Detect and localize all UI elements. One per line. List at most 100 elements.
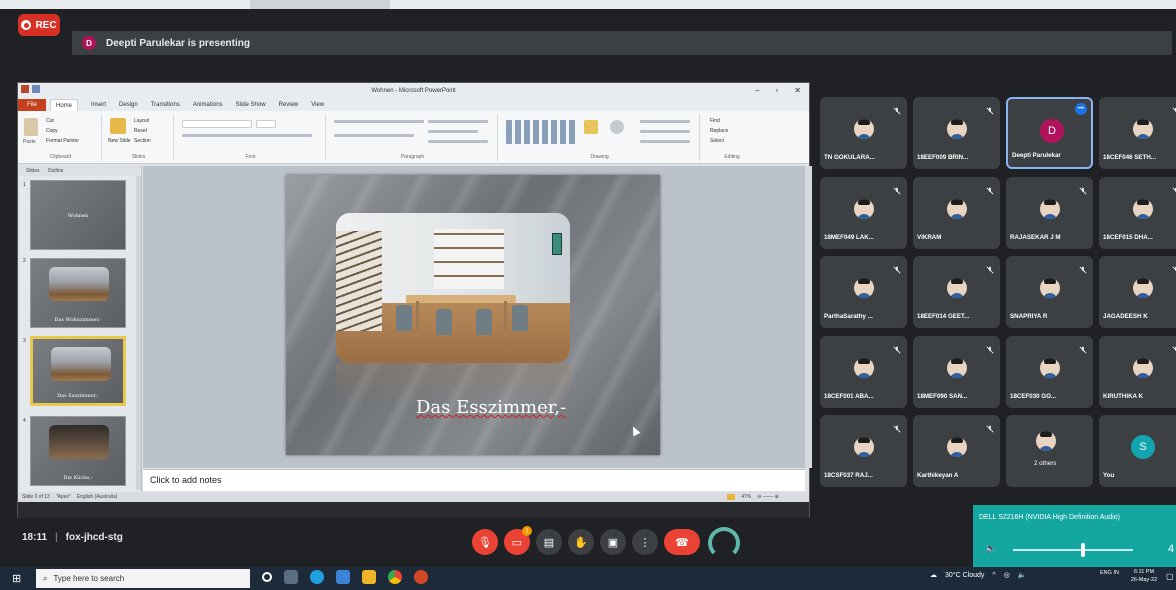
tab-home[interactable]: Home	[50, 99, 79, 111]
text-direction-button[interactable]	[428, 120, 488, 123]
quick-access-toolbar[interactable]	[21, 85, 40, 93]
current-slide[interactable]: Das Esszimmer,-	[286, 175, 660, 455]
participant-tile[interactable]: 18EEF014 GEET...	[913, 256, 1000, 328]
taskbar-clock[interactable]: 6:11 PM 26-May-22	[1124, 568, 1164, 584]
shape-fill-button[interactable]	[640, 120, 690, 123]
tab-slides[interactable]: Slides	[26, 168, 40, 174]
align-text-button[interactable]	[428, 130, 478, 133]
participant-tile[interactable]: 18CEF015 DHA...	[1099, 177, 1176, 249]
windows-start-icon[interactable]: ⊞	[12, 572, 21, 585]
participant-tile[interactable]: JAGADEESH K	[1099, 256, 1176, 328]
tab-animations[interactable]: Animations	[193, 102, 223, 108]
view-normal-icon[interactable]	[727, 494, 736, 500]
window-controls[interactable]: – ▫ ✕	[755, 86, 801, 95]
arrange-icon[interactable]	[584, 120, 598, 134]
participant-tile[interactable]: S You	[1099, 415, 1176, 487]
participant-tile[interactable]: 2 others	[1006, 415, 1093, 487]
zoom-slider[interactable]: ⊖ ─── ⊕	[757, 494, 779, 500]
list-buttons[interactable]	[334, 120, 424, 123]
paste-icon[interactable]	[24, 118, 38, 136]
participant-tile[interactable]: 18MEF049 LAK...	[820, 177, 907, 249]
shapes-gallery[interactable]	[506, 120, 576, 144]
slide-thumbnail-2[interactable]: Das Wohnzimmer,-	[30, 258, 126, 328]
slide-scrollbar[interactable]	[805, 166, 812, 468]
reset-button[interactable]: Reset	[134, 128, 147, 134]
status-language[interactable]: English (Australia)	[77, 494, 118, 500]
chrome-icon[interactable]	[388, 570, 402, 584]
copy-button[interactable]: Copy	[46, 128, 58, 134]
participant-tile[interactable]: KIRUTHIKA K	[1099, 336, 1176, 408]
font-name-field[interactable]	[182, 120, 252, 128]
captions-button[interactable]: ▤	[536, 529, 562, 555]
format-painter-button[interactable]: Format Painter	[46, 138, 79, 144]
task-view-icon[interactable]	[284, 570, 298, 584]
taskbar-search-box[interactable]: ⌕ Type here to search	[36, 569, 250, 588]
tab-view[interactable]: View	[311, 102, 324, 108]
leave-call-button[interactable]: ☎	[664, 529, 700, 555]
replace-button[interactable]: Replace	[710, 128, 728, 134]
participant-tile[interactable]: ParthaSarathy ...	[820, 256, 907, 328]
tab-slide-show[interactable]: Slide Show	[236, 102, 266, 108]
participant-tile[interactable]: D ••• Deepti Parulekar	[1006, 97, 1093, 169]
volume-slider-thumb[interactable]	[1081, 543, 1085, 557]
find-button[interactable]: Find	[710, 118, 720, 124]
tab-design[interactable]: Design	[119, 102, 138, 108]
participant-tile[interactable]: TN GOKULARA...	[820, 97, 907, 169]
tab-outline[interactable]: Outline	[48, 168, 64, 174]
select-button[interactable]: Select	[710, 138, 724, 144]
participant-tile[interactable]: 18CSF037 RAJ...	[820, 415, 907, 487]
paste-button[interactable]: Paste	[23, 139, 36, 145]
speaker-icon[interactable]: 🔈	[985, 543, 996, 554]
participant-tile[interactable]: VIKRAM	[913, 177, 1000, 249]
close-icon[interactable]: ✕	[794, 86, 801, 95]
browser-tab[interactable]	[250, 0, 390, 9]
save-icon[interactable]	[32, 85, 40, 93]
mic-off-button[interactable]: 🎙	[472, 529, 498, 555]
participant-tile[interactable]: 18MEF090 SAN...	[913, 336, 1000, 408]
tab-transitions[interactable]: Transitions	[151, 102, 180, 108]
meeting-details[interactable]: 18:11 | fox-jhcd-stg	[22, 532, 123, 543]
participant-tile[interactable]: SNAPRIYA R	[1006, 256, 1093, 328]
shape-outline-button[interactable]	[640, 130, 690, 133]
font-format-buttons[interactable]	[182, 134, 312, 137]
align-buttons[interactable]	[334, 134, 414, 137]
store-icon[interactable]	[336, 570, 350, 584]
participant-tile[interactable]: 18CEF001 ABA...	[820, 336, 907, 408]
new-slide-icon[interactable]	[110, 118, 126, 134]
tab-insert[interactable]: Insert	[91, 102, 106, 108]
notification-icon[interactable]: ▢	[1166, 572, 1174, 581]
slide-thumbnail-4[interactable]: Die Küche,-	[30, 416, 126, 486]
participant-tile[interactable]: 18CEF030 GO...	[1006, 336, 1093, 408]
more-options-icon[interactable]: •••	[1075, 103, 1087, 115]
present-button[interactable]: ▣	[600, 529, 626, 555]
weather-text[interactable]: 30°C Cloudy	[945, 572, 984, 579]
slides-pane-scrollbar[interactable]	[136, 176, 141, 490]
new-slide-button[interactable]: New Slide	[108, 138, 131, 144]
network-icon[interactable]: ◎	[1004, 571, 1010, 579]
maximize-icon[interactable]: ▫	[775, 86, 778, 95]
slide-thumbnail-1[interactable]: Wohnen	[30, 180, 126, 250]
tray-overflow-icon[interactable]: ^	[992, 572, 995, 579]
participant-tile[interactable]: Karthikeyan A	[913, 415, 1000, 487]
raise-hand-button[interactable]: ✋	[568, 529, 594, 555]
tab-file[interactable]: File	[18, 99, 46, 111]
layout-button[interactable]: Layout	[134, 118, 149, 124]
cortana-icon[interactable]	[262, 572, 272, 582]
minimize-icon[interactable]: –	[755, 86, 759, 95]
font-size-field[interactable]	[256, 120, 276, 128]
zoom-controls[interactable]: 47% ⊖ ─── ⊕	[727, 494, 779, 500]
volume-slider-track[interactable]	[1013, 549, 1133, 551]
participant-tile[interactable]: RAJASEKAR J M	[1006, 177, 1093, 249]
file-explorer-icon[interactable]	[362, 570, 376, 584]
quick-styles-icon[interactable]	[610, 120, 624, 134]
powerpoint-icon[interactable]	[414, 570, 428, 584]
convert-smartart-button[interactable]	[428, 140, 488, 143]
shape-effects-button[interactable]	[640, 140, 690, 143]
camera-off-button[interactable]: ▭!	[504, 526, 532, 555]
more-options-button[interactable]: ⋮	[632, 529, 658, 555]
notes-pane[interactable]: Click to add notes	[143, 469, 805, 491]
cut-button[interactable]: Cut	[46, 118, 54, 124]
volume-tray-icon[interactable]: 🔈	[1018, 571, 1027, 579]
section-button[interactable]: Section	[134, 138, 151, 144]
slide-title[interactable]: Das Esszimmer,-	[416, 397, 616, 418]
